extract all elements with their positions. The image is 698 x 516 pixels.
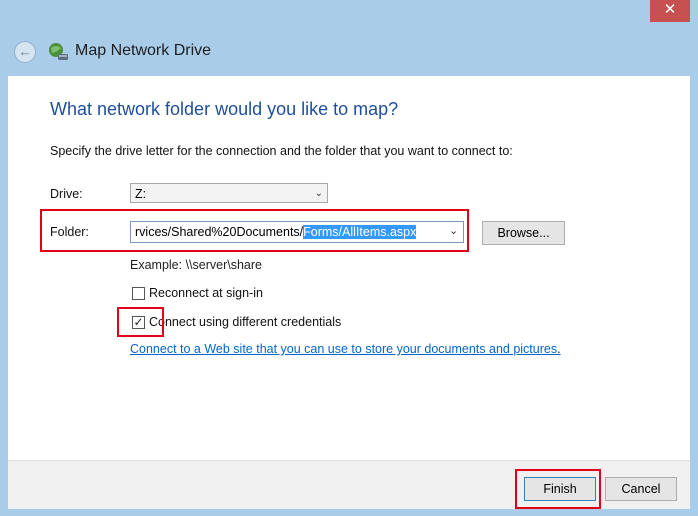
- network-drive-icon: [49, 43, 68, 60]
- window-title: Map Network Drive: [75, 42, 212, 59]
- web-site-link-text[interactable]: Connect to a Web site that you can use t…: [130, 342, 557, 356]
- drive-select[interactable]: Z: ⌄: [130, 183, 328, 203]
- credentials-checkbox[interactable]: ✓: [132, 316, 145, 329]
- dialog-body: What network folder would you like to ma…: [8, 76, 690, 460]
- cancel-button[interactable]: Cancel: [605, 477, 677, 501]
- credentials-label: Connect using different credentials: [149, 315, 342, 329]
- web-site-link[interactable]: Connect to a Web site that you can use t…: [130, 342, 561, 356]
- link-period: .: [557, 342, 561, 356]
- close-icon[interactable]: ✕: [650, 0, 690, 22]
- folder-label: Folder:: [50, 225, 89, 239]
- dialog-footer: Finish Cancel: [8, 460, 690, 509]
- finish-button[interactable]: Finish: [524, 477, 596, 501]
- reconnect-checkbox[interactable]: [132, 287, 145, 300]
- folder-value-selected: Forms/AllItems.aspx: [303, 225, 417, 239]
- title-bar: ← Map Network Drive: [8, 28, 690, 76]
- folder-value-text: rvices/Shared%20Documents/: [135, 225, 304, 239]
- drive-label: Drive:: [50, 187, 83, 201]
- reconnect-label: Reconnect at sign-in: [149, 286, 263, 300]
- browse-button[interactable]: Browse...: [482, 221, 565, 245]
- folder-input[interactable]: rvices/Shared%20Documents/Forms/AllItems…: [130, 221, 464, 243]
- page-heading: What network folder would you like to ma…: [50, 99, 399, 119]
- example-text: Example: \\server\share: [130, 258, 262, 272]
- instruction-text: Specify the drive letter for the connect…: [50, 144, 513, 158]
- drive-value: Z:: [135, 187, 147, 201]
- back-arrow-icon[interactable]: ←: [14, 41, 36, 63]
- window-frame: ✕ ← Map Network Drive What network folde…: [0, 0, 698, 516]
- chevron-down-icon: ⌄: [314, 188, 323, 199]
